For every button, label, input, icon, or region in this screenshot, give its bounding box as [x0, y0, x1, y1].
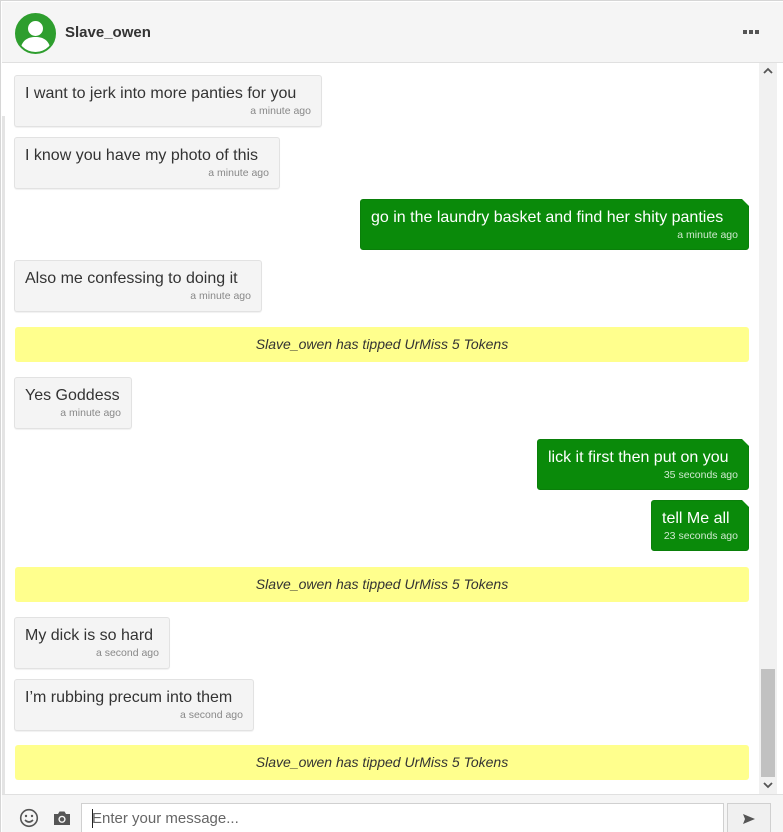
chat-window: Slave_owen I want to jerk into more pant…: [0, 0, 783, 832]
message-text: I want to jerk into more panties for you: [25, 85, 297, 102]
message-text: tell Me all: [662, 510, 730, 527]
message-incoming: My dick is so hard a second ago: [14, 617, 170, 669]
scroll-up-icon[interactable]: [759, 63, 777, 79]
message-scrollbar[interactable]: [759, 63, 777, 794]
message-incoming: Also me confessing to doing it a minute …: [14, 260, 262, 312]
message-incoming: I know you have my photo of this a minut…: [14, 137, 280, 189]
message-time: a second ago: [95, 647, 159, 659]
user-avatar-icon[interactable]: [15, 13, 56, 54]
send-button[interactable]: [727, 803, 771, 832]
message-text: My dick is so hard: [25, 627, 154, 644]
message-text: Yes Goddess: [25, 387, 120, 404]
message-list: I want to jerk into more panties for you…: [5, 63, 759, 793]
send-icon: [743, 814, 755, 824]
chat-username: Slave_owen: [65, 24, 151, 41]
message-time: a minute ago: [60, 407, 121, 419]
message-input[interactable]: [81, 803, 724, 832]
message-text: Also me confessing to doing it: [25, 270, 238, 287]
message-outgoing: tell Me all 23 seconds ago: [651, 500, 749, 551]
message-text: go in the laundry basket and find her sh…: [371, 209, 724, 226]
message-time: a minute ago: [250, 105, 311, 117]
message-time: 35 seconds ago: [663, 469, 738, 481]
tip-notification: Slave_owen has tipped UrMiss 5 Tokens: [15, 745, 749, 780]
tip-notification: Slave_owen has tipped UrMiss 5 Tokens: [15, 567, 749, 602]
message-time: a second ago: [179, 709, 243, 721]
camera-icon[interactable]: [52, 809, 72, 827]
chat-header: Slave_owen: [2, 2, 783, 63]
message-incoming: Yes Goddess a minute ago: [14, 377, 132, 429]
scrollbar-thumb[interactable]: [761, 669, 775, 777]
message-time: a minute ago: [677, 229, 738, 241]
text-caret: [92, 809, 93, 828]
message-text: lick it first then put on you: [548, 449, 729, 466]
composer: [2, 794, 783, 832]
tip-notification: Slave_owen has tipped UrMiss 5 Tokens: [15, 327, 749, 362]
message-outgoing: lick it first then put on you 35 seconds…: [537, 439, 749, 490]
more-horizontal-icon[interactable]: [742, 24, 760, 40]
message-time: 23 seconds ago: [663, 530, 738, 542]
message-incoming: I’m rubbing precum into them a second ag…: [14, 679, 254, 731]
message-time: a minute ago: [190, 290, 251, 302]
smiley-icon[interactable]: [19, 808, 39, 828]
scroll-down-icon[interactable]: [759, 778, 777, 794]
message-incoming: I want to jerk into more panties for you…: [14, 75, 322, 127]
message-text: I know you have my photo of this: [25, 147, 259, 164]
message-outgoing: go in the laundry basket and find her sh…: [360, 199, 749, 250]
message-text: I’m rubbing precum into them: [25, 689, 233, 706]
message-time: a minute ago: [208, 167, 269, 179]
